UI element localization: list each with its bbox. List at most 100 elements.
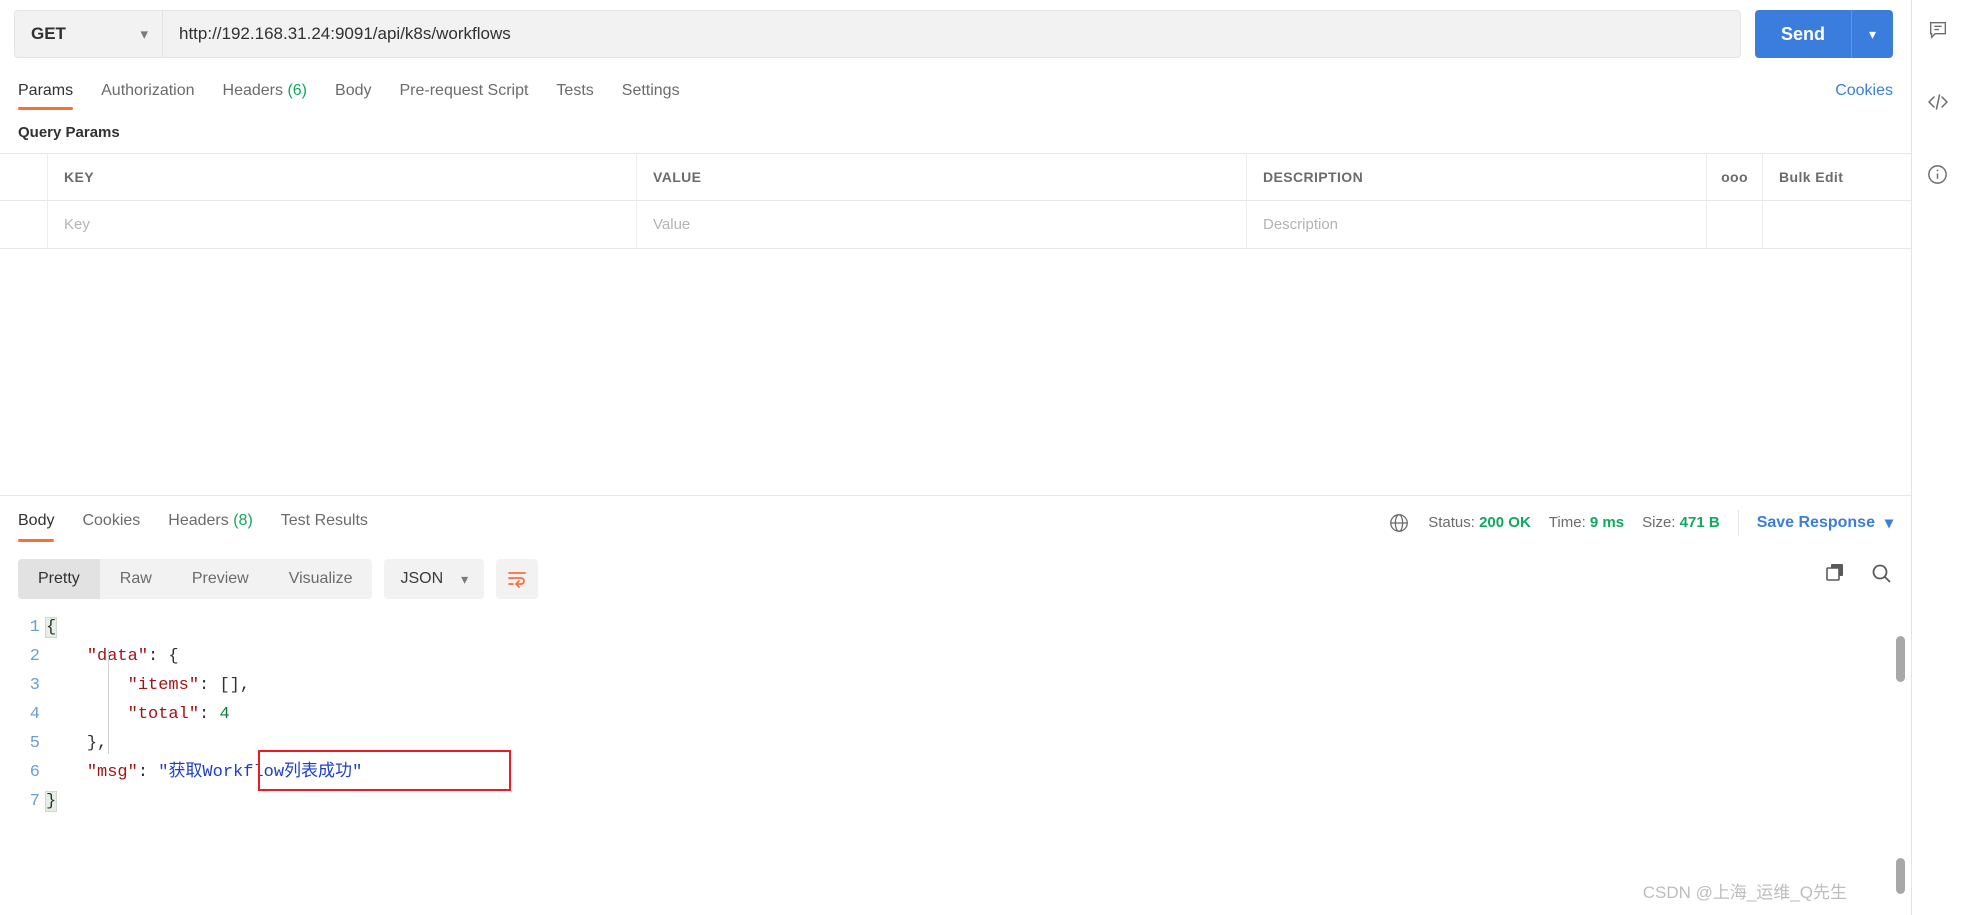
tab-authorization[interactable]: Authorization [87,74,208,110]
globe-icon [1388,512,1410,534]
response-tab-headers-label: Headers [168,511,229,529]
json-quote-close: " [352,763,363,782]
json-punct: : [137,763,159,782]
chevron-down-icon: ▾ [1884,514,1893,532]
tab-body-label: Body [335,82,372,99]
header-checkbox-cell [0,154,47,200]
http-method-label: GET [31,24,66,43]
code-line-2: "data": { [46,642,1911,671]
tab-headers-label: Headers [222,82,283,99]
response-tab-test-results[interactable]: Test Results [267,496,382,550]
response-tab-body[interactable]: Body [18,496,68,550]
size-label-group: Size: 471 B [1642,514,1720,531]
right-sidebar [1911,0,1963,915]
tab-headers[interactable]: Headers (6) [209,74,322,110]
tab-tests[interactable]: Tests [542,74,607,110]
code-line-5: }, [46,729,1911,758]
tab-tests-label: Tests [556,82,594,99]
code-line-3: "items": [], [46,671,1911,700]
response-tab-cookies[interactable]: Cookies [68,496,154,550]
status-value: 200 OK [1479,514,1531,531]
save-response-button[interactable]: Save Response ▾ [1757,513,1893,533]
scrollbar-thumb-secondary[interactable] [1896,858,1905,894]
comment-icon[interactable] [1924,16,1952,44]
response-body-actions [1823,561,1893,590]
response-tab-test-results-label: Test Results [280,511,368,529]
request-empty-space [0,249,1911,495]
send-button-group: Send ▾ [1754,10,1893,58]
main-content: GET ▾ Send ▾ Params Authorization Header… [0,0,1911,915]
view-mode-pretty[interactable]: Pretty [18,559,100,599]
search-icon[interactable] [1869,561,1893,590]
code-lines: { "data": { "items": [], "total": 4 }, "… [44,613,1911,816]
line-number: 2 [29,647,40,666]
json-key-msg: "msg" [86,763,138,782]
json-close-brace-data: }, [86,734,108,753]
row-checkbox-cell[interactable] [0,201,47,248]
line-number: 6 [29,763,40,782]
bulk-edit-button[interactable]: Bulk Edit [1763,154,1911,200]
json-key-items: "items" [127,676,200,695]
param-value-placeholder: Value [653,216,691,233]
code-line-4: "total": 4 [46,700,1911,729]
word-wrap-toggle[interactable] [496,559,539,599]
tab-settings[interactable]: Settings [608,74,694,110]
more-options-icon[interactable]: ooo [1707,154,1763,200]
status-label: Status: [1428,514,1475,531]
json-punct: : [199,705,220,724]
param-description-placeholder: Description [1263,216,1339,233]
time-value: 9 ms [1589,514,1625,531]
tab-body[interactable]: Body [321,74,385,110]
divider [1737,509,1739,536]
code-line-1: { [44,613,1911,642]
tab-headers-count: (6) [287,82,308,99]
chevron-down-icon: ▾ [461,570,469,587]
json-value-total: 4 [219,705,230,724]
cookies-link[interactable]: Cookies [1835,82,1893,100]
response-format-toolbar: Pretty Raw Preview Visualize JSON ▾ [0,549,1911,607]
send-options-caret[interactable]: ▾ [1851,10,1893,58]
view-mode-visualize[interactable]: Visualize [269,559,373,599]
line-number-gutter: 1 2 3 4 5 6 7 [0,613,46,816]
view-mode-raw[interactable]: Raw [100,559,172,599]
param-value-input[interactable]: Value [637,201,1247,248]
copy-icon[interactable] [1823,561,1847,590]
view-mode-preview[interactable]: Preview [172,559,269,599]
postman-window: GET ▾ Send ▾ Params Authorization Header… [0,0,1963,915]
info-icon[interactable] [1924,160,1952,188]
response-format-select[interactable]: JSON ▾ [384,559,485,599]
query-params-title: Query Params [18,124,120,141]
http-method-select[interactable]: GET ▾ [14,10,162,58]
line-number: 1 [29,618,40,637]
fold-guide [108,649,109,754]
response-scrollbar[interactable] [1896,636,1905,896]
response-tab-headers[interactable]: Headers (8) [154,496,267,550]
row-bulk-cell [1763,201,1911,248]
response-tab-headers-count: (8) [233,511,253,529]
line-number: 7 [29,792,40,811]
table-row: Key Value Description [0,201,1911,248]
tab-params-label: Params [18,82,74,99]
send-button[interactable]: Send [1754,10,1851,58]
line-number: 5 [29,734,40,753]
request-url-input[interactable] [162,10,1741,58]
json-open-brace: { [44,617,58,638]
row-more-cell [1707,201,1763,248]
param-key-input[interactable]: Key [47,201,637,248]
scrollbar-thumb[interactable] [1896,636,1905,682]
line-number: 3 [29,676,40,695]
tab-settings-label: Settings [621,82,680,99]
view-mode-segmented: Pretty Raw Preview Visualize [18,559,373,599]
time-label-group: Time: 9 ms [1549,514,1624,531]
tab-params[interactable]: Params [18,74,87,110]
response-tabs: Body Cookies Headers (8) Test Results [18,496,382,550]
param-description-input[interactable]: Description [1247,201,1707,248]
tab-pre-request-script[interactable]: Pre-request Script [385,74,542,110]
json-punct: : { [148,647,179,666]
response-body-code[interactable]: 1 2 3 4 5 6 7 { "data": { "items": [], "… [0,607,1911,837]
code-line-7: } [44,787,1911,816]
json-punct: : [], [199,676,251,695]
column-header-key: KEY [47,154,637,200]
code-icon[interactable] [1924,88,1952,116]
response-format-label: JSON [400,570,444,587]
